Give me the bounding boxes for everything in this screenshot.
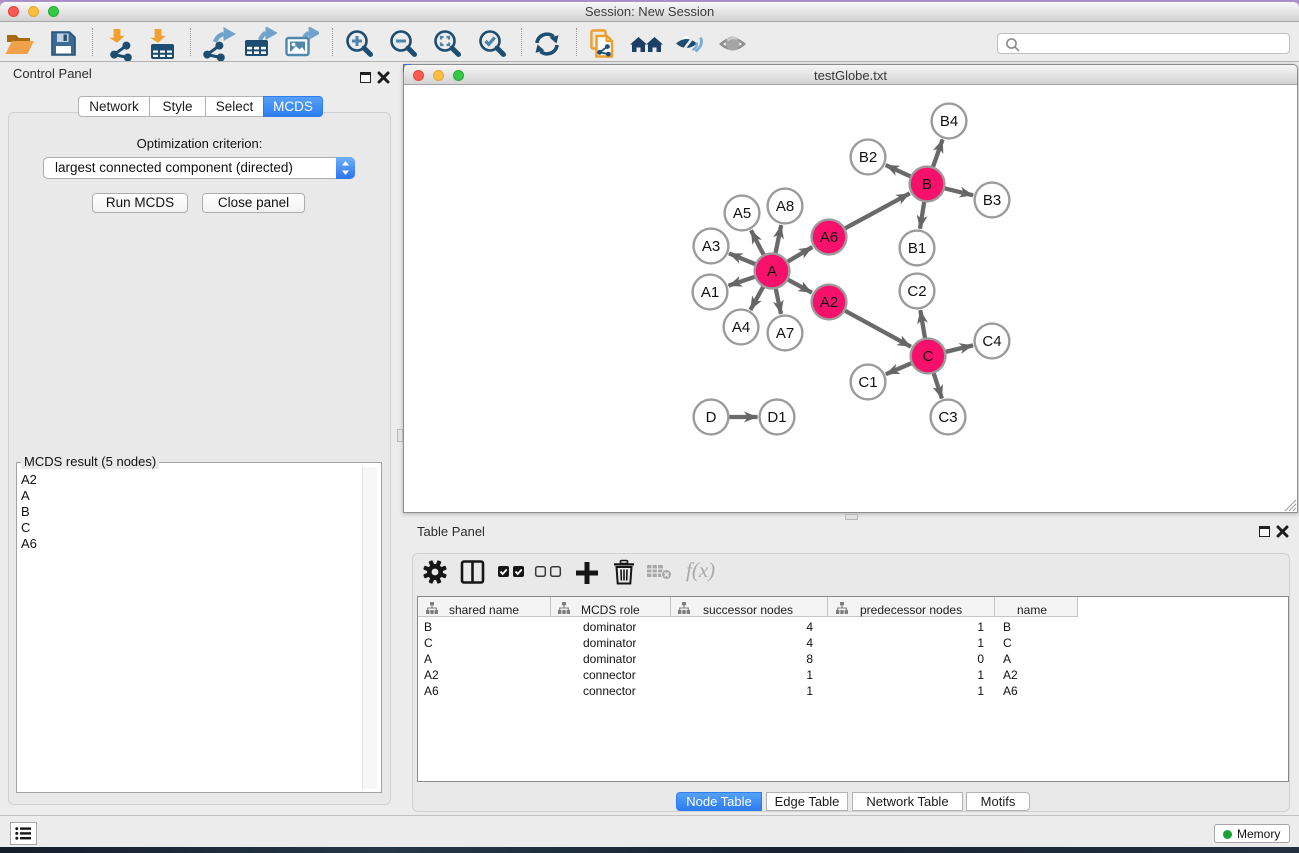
svg-text:A4: A4 — [732, 319, 750, 336]
svg-text:C1: C1 — [858, 374, 877, 391]
svg-text:A6: A6 — [820, 229, 838, 246]
svg-text:D1: D1 — [767, 409, 786, 426]
svg-text:C3: C3 — [938, 409, 957, 426]
svg-text:B3: B3 — [983, 192, 1001, 209]
svg-text:A3: A3 — [702, 238, 720, 255]
svg-text:A2: A2 — [820, 294, 838, 311]
svg-text:C4: C4 — [982, 333, 1001, 350]
svg-text:B4: B4 — [940, 113, 958, 130]
svg-text:A7: A7 — [776, 325, 794, 342]
svg-text:B: B — [922, 176, 932, 193]
svg-text:D: D — [706, 409, 717, 426]
svg-text:C: C — [923, 348, 934, 365]
svg-text:A1: A1 — [701, 284, 719, 301]
svg-text:C2: C2 — [907, 283, 926, 300]
svg-text:B2: B2 — [859, 149, 877, 166]
svg-text:A: A — [767, 263, 777, 280]
svg-text:A5: A5 — [733, 205, 751, 222]
svg-text:A8: A8 — [776, 198, 794, 215]
svg-text:B1: B1 — [908, 240, 926, 257]
